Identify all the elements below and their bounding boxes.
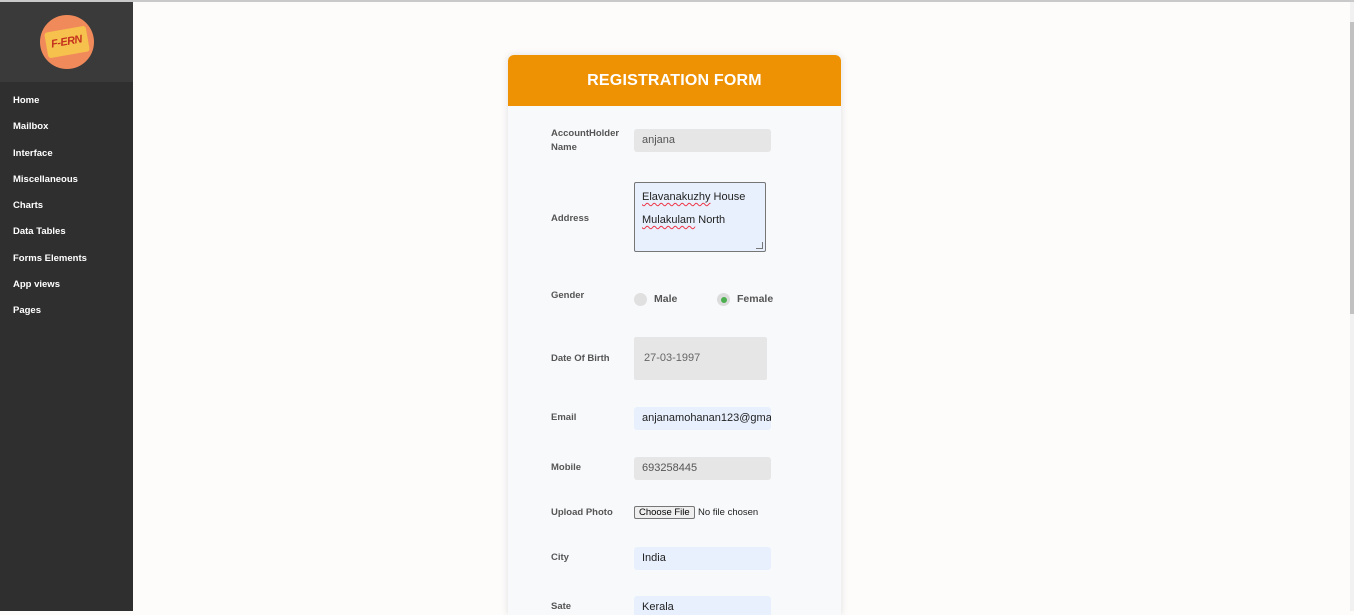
resize-handle-icon[interactable]	[756, 242, 763, 249]
logo[interactable]: F-ERN	[39, 15, 94, 69]
address-line-2-word: Mulakulam	[642, 214, 696, 226]
sidebar-item-pages[interactable]: Pages	[0, 298, 133, 324]
address-line-1: Elavanakuzhy House	[642, 186, 758, 209]
dob-label: Date Of Birth	[551, 353, 610, 364]
mobile-input[interactable]: 693258445	[634, 457, 771, 480]
gender-female-radio[interactable]	[717, 293, 730, 306]
address-textarea[interactable]: Elavanakuzhy House Mulakulam North	[634, 182, 766, 252]
mobile-label: Mobile	[551, 462, 582, 473]
account-holder-label-line1: AccountHolder	[551, 128, 620, 139]
address-label: Address	[551, 213, 590, 224]
page-scrollbar[interactable]	[1350, 2, 1354, 611]
gender-label: Gender	[551, 290, 585, 301]
sidebar-item-forms-elements[interactable]: Forms Elements	[0, 246, 133, 272]
state-label: Sate	[551, 601, 572, 612]
email-label: Email	[551, 412, 577, 423]
sidebar-item-app-views[interactable]: App views	[0, 272, 133, 298]
account-holder-label: AccountHolder Name	[551, 127, 619, 155]
state-input[interactable]: Kerala	[634, 596, 771, 615]
sidebar-item-data-tables[interactable]: Data Tables	[0, 219, 133, 245]
registration-card: REGISTRATION FORM AccountHolder Name anj…	[508, 55, 841, 615]
scrollbar-thumb[interactable]	[1350, 22, 1354, 314]
gender-male-radio[interactable]	[634, 293, 647, 306]
dob-input[interactable]: 27-03-1997	[634, 337, 767, 380]
card-header: REGISTRATION FORM	[508, 55, 841, 106]
sidebar-nav: Home Mailbox Interface Miscellaneous Cha…	[0, 82, 133, 325]
sidebar-item-home[interactable]: Home	[0, 88, 133, 114]
gender-male-label[interactable]: Male	[654, 293, 677, 305]
sidebar-item-charts[interactable]: Charts	[0, 193, 133, 219]
gender-female-label[interactable]: Female	[737, 293, 773, 305]
top-border	[0, 0, 1354, 2]
sidebar-item-interface[interactable]: Interface	[0, 141, 133, 167]
account-holder-label-line2: Name	[551, 142, 577, 153]
address-line-1-word: Elavanakuzhy	[642, 191, 711, 203]
form-title: REGISTRATION FORM	[587, 71, 762, 89]
sidebar-item-mailbox[interactable]: Mailbox	[0, 114, 133, 140]
choose-file-button[interactable]: Choose File	[634, 506, 695, 519]
upload-photo-label: Upload Photo	[551, 507, 613, 518]
address-line-2-rest: North	[695, 214, 726, 226]
address-line-1-rest: House	[710, 191, 746, 203]
city-label: City	[551, 552, 569, 563]
sidebar: F-ERN Home Mailbox Interface Miscellaneo…	[0, 2, 133, 611]
city-input[interactable]: India	[634, 547, 771, 570]
logo-text: F-ERN	[50, 33, 83, 51]
brand-area: F-ERN	[0, 2, 133, 82]
account-holder-input[interactable]: anjana	[634, 129, 771, 152]
sidebar-item-miscellaneous[interactable]: Miscellaneous	[0, 167, 133, 193]
email-input[interactable]: anjanamohanan123@gmail.com	[634, 407, 771, 430]
file-status-text: No file chosen	[698, 507, 759, 518]
address-line-2: Mulakulam North	[642, 209, 758, 232]
